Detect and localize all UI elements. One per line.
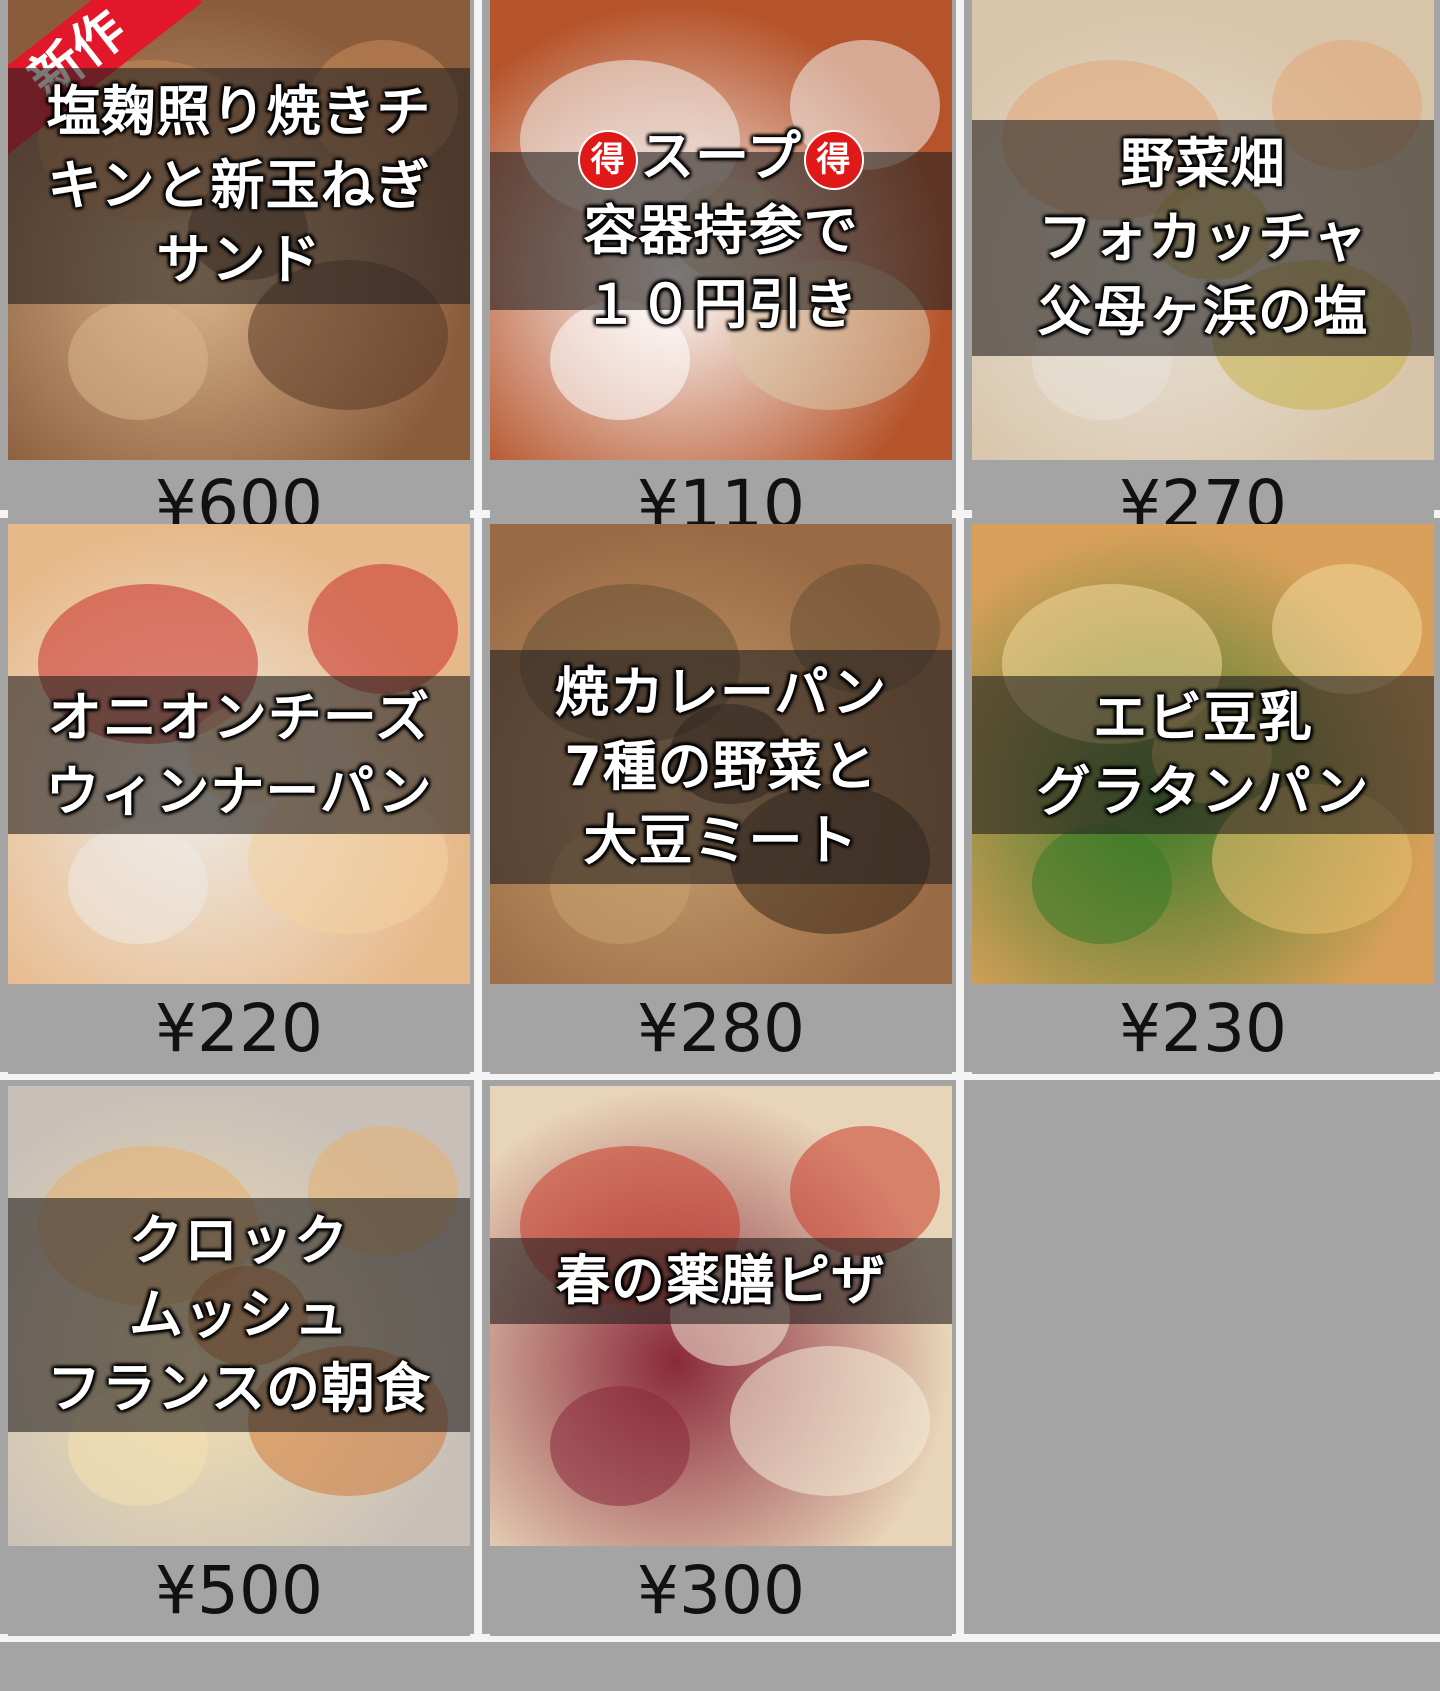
product-title: 塩麹照り焼きチ キンと新玉ねぎ サンド [8,68,470,304]
product-price: ¥300 [490,1546,952,1636]
grid-divider [474,0,482,1634]
product-title-line: 春の薬膳ピザ [556,1249,886,1312]
product-photo[interactable]: クロックムッシュフランスの朝食 [8,1086,470,1546]
product-photo[interactable]: エビ豆乳グラタンパン [972,524,1434,984]
menu-item[interactable]: 野菜畑 フォカッチャ 父母ヶ浜の塩 ¥270 [972,0,1434,550]
grid-divider [956,0,964,1634]
product-photo[interactable]: 新作 塩麹照り焼きチ キンと新玉ねぎ サンド [8,0,470,460]
product-title-line: フォカッチャ [1038,206,1368,269]
product-title: 得スープ得容器持参で １０円引き [490,125,952,336]
product-price: ¥280 [490,984,952,1074]
product-title: 焼カレーパン 7種の野菜と 大豆ミート [490,650,952,884]
product-title-line: 得スープ得 [576,120,866,194]
product-photo[interactable]: 春の薬膳ピザ [490,1086,952,1546]
product-photo[interactable]: 得スープ得容器持参で １０円引き [490,0,952,460]
product-title: エビ豆乳グラタンパン [972,676,1434,834]
product-title: クロックムッシュフランスの朝食 [8,1198,470,1432]
product-price: ¥230 [972,984,1434,1074]
product-title-line: 父母ヶ浜の塩 [1038,280,1368,343]
menu-item[interactable]: 得スープ得容器持参で １０円引き ¥110 [490,0,952,550]
product-title-line: エビ豆乳 [1093,686,1313,749]
menu-grid: 新作 塩麹照り焼きチ キンと新玉ねぎ サンド ¥600 得スープ得容器持参で １０円引き ¥1… [0,0,1440,1691]
product-title-line: クロック [129,1209,349,1272]
menu-item[interactable]: エビ豆乳グラタンパン ¥230 [972,524,1434,1074]
product-title-line: 野菜畑 [1120,132,1286,195]
product-title-line: 容器持参で [583,199,859,262]
product-photo[interactable]: オニオンチーズ ウィンナーパン [8,524,470,984]
discount-badge-icon: 得 [578,130,639,191]
product-title-line: 焼カレーパン [554,661,888,724]
product-photo[interactable]: 焼カレーパン 7種の野菜と 大豆ミート [490,524,952,984]
product-title-line: 7種の野菜と [564,735,878,798]
product-title-line: ウィンナーパン [45,760,433,823]
menu-item[interactable]: 新作 塩麹照り焼きチ キンと新玉ねぎ サンド ¥600 [8,0,470,550]
product-title-line: キンと新玉ねぎ [47,154,431,217]
product-price: ¥500 [8,1546,470,1636]
menu-item[interactable]: クロックムッシュフランスの朝食 ¥500 [8,1086,470,1636]
menu-item[interactable]: オニオンチーズ ウィンナーパン ¥220 [8,524,470,1074]
product-photo[interactable]: 野菜畑フォカッチャ 父母ヶ浜の塩 [972,0,1434,460]
product-title-line: グラタンパン [1036,760,1370,823]
product-title: 野菜畑フォカッチャ 父母ヶ浜の塩 [972,120,1434,356]
product-title-line: オニオンチーズ [47,686,431,749]
menu-item[interactable]: 春の薬膳ピザ ¥300 [490,1086,952,1636]
product-title-text: スープ [640,125,802,188]
product-price: ¥220 [8,984,470,1074]
product-title: 春の薬膳ピザ [490,1238,952,1324]
product-title-line: ムッシュ [129,1283,349,1346]
menu-item[interactable]: 焼カレーパン 7種の野菜と 大豆ミート ¥280 [490,524,952,1074]
product-title: オニオンチーズ ウィンナーパン [8,676,470,834]
product-title-line: １０円引き [583,273,859,336]
product-title-line: 塩麹照り焼きチ [46,80,432,143]
empty-cell [972,1086,1434,1634]
product-title-line: 大豆ミート [583,809,859,872]
product-title-line: サンド [156,228,322,291]
product-title-line: フランスの朝食 [47,1357,431,1420]
discount-badge-icon: 得 [803,130,864,191]
